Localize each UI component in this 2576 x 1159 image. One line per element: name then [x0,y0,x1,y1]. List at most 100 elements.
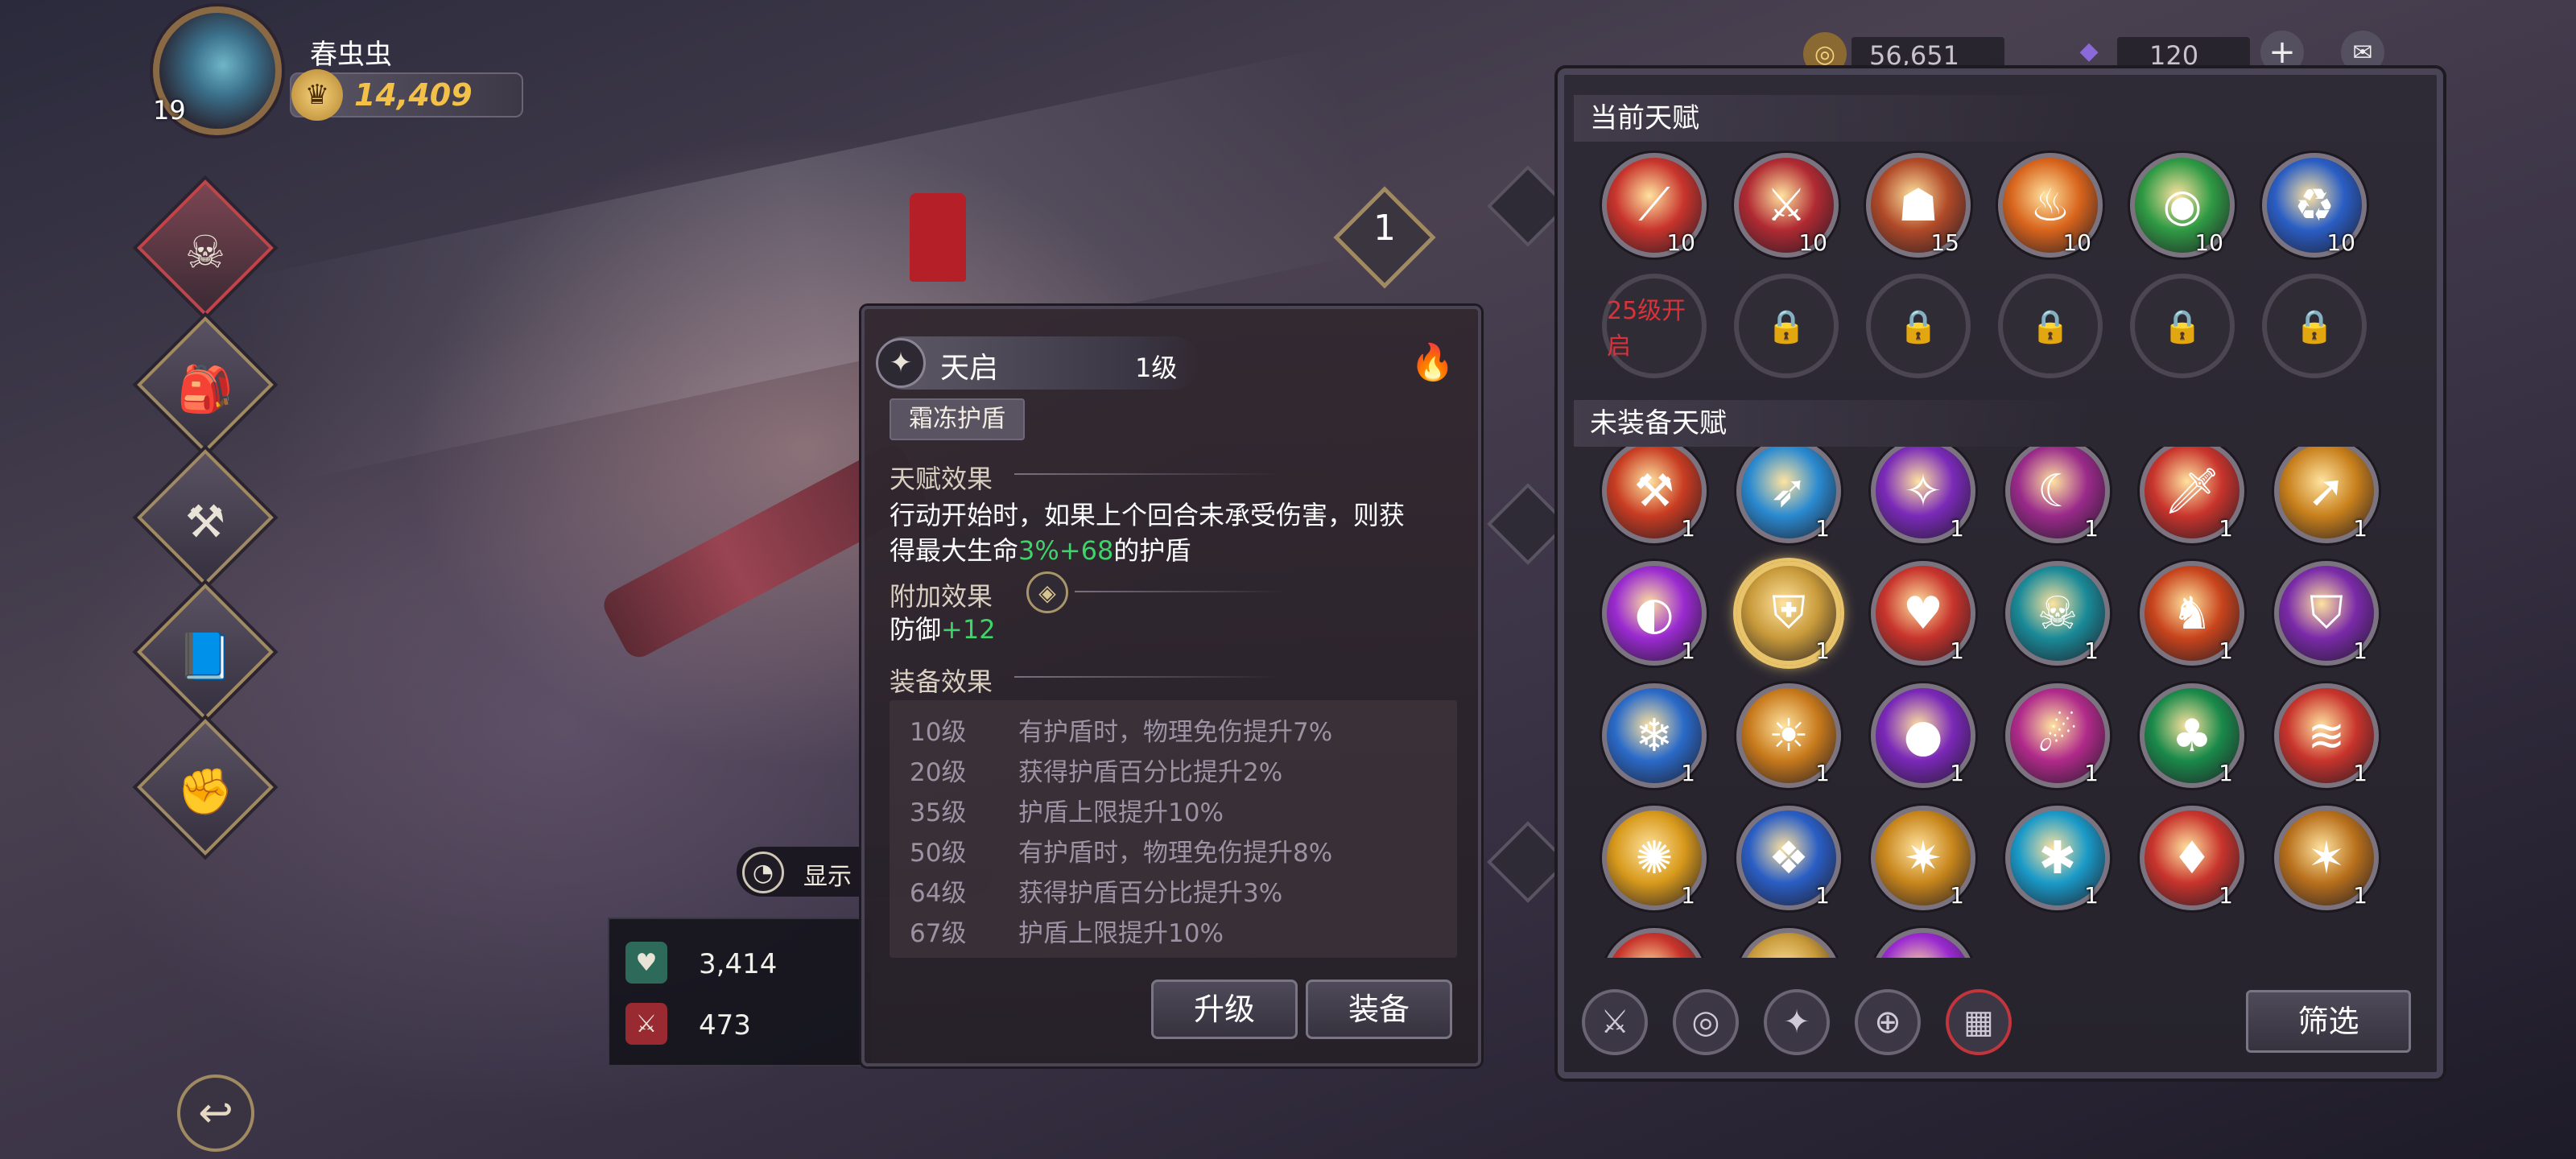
menu-hero[interactable]: ☠ [137,179,274,316]
talent-slot[interactable]: ❖ 1 [1736,806,1841,910]
talent-slot[interactable]: ♦ 1 [2140,806,2244,910]
talent-slot[interactable]: ♨ 10 [1998,153,2103,258]
talent-slot[interactable]: ● 1 [1871,683,1975,788]
sun-burst-icon: ✺ [1770,955,1808,959]
sword-filter-button[interactable]: ⚔ [1582,989,1648,1055]
talent-slot[interactable]: ☀ 1 [1736,683,1841,788]
ice-shard-icon: ✱ [2038,831,2077,885]
swirl-filter-button[interactable]: ◎ [1673,989,1739,1055]
filter-button[interactable]: 筛选 [2246,990,2411,1053]
side-tab-2[interactable] [1487,483,1569,565]
locked-slot[interactable]: 🔒 [1998,274,2103,378]
talent-slot[interactable]: ◐ 1 [1602,561,1707,666]
talent-count: 10 [1666,229,1695,256]
talent-slot[interactable]: ≋ 1 [2274,683,2379,788]
talent-slot[interactable]: 🗡 1 [2140,447,2244,543]
talent-count: 10 [2194,229,2223,256]
equip-button[interactable]: 装备 [1306,980,1452,1039]
talent-slot[interactable]: ⚒ 1 [1602,447,1707,543]
talent-slot[interactable]: ✶ 1 [2274,806,2379,910]
talent-slot[interactable]: ♥ 1 [1871,561,1975,666]
sun-burst-icon: ✺ [1635,831,1674,885]
forest-spirit-icon: ♣ [2171,709,2213,762]
talent-slot[interactable]: ✧ 1 [1871,447,1975,543]
talent-slot[interactable]: ☗ 15 [1866,153,1971,258]
talent-count: 10 [1798,229,1827,256]
talent-slot[interactable]: ⛉ 1 [2274,561,2379,666]
mail-icon[interactable]: ✉ [2341,31,2384,74]
talent-slot[interactable]: ❄ 1 [1602,683,1707,788]
talent-slot[interactable]: ♻ 10 [2262,153,2367,258]
locked-slot[interactable]: 🔒 [2130,274,2235,378]
talent-name: 天启 [940,352,999,385]
back-button[interactable]: ↩ [177,1074,254,1152]
talent-count: 1 [2219,882,2233,909]
swirl-filter-icon: ◎ [1691,1004,1720,1041]
locked-slot[interactable]: 🔒 [2262,274,2367,378]
talent-count: 1 [1681,882,1695,909]
sun-burst-icon: ✺ [1905,955,1942,959]
blue-cycle-icon: ♻ [2293,179,2335,232]
helmet-plume [910,193,966,282]
current-talent-slots: ⟋ 10 ⚔ 10 ☗ 15 ♨ 10 ◉ 10 ♻ 10 [1602,153,2407,274]
sun-burst-icon: ✺ [1636,955,1674,959]
locked-slot[interactable]: 🔒 [1866,274,1971,378]
talent-count: 1 [1815,637,1830,664]
talent-slot[interactable]: ⟋ 10 [1602,153,1707,258]
talent-count: 1 [2219,760,2233,786]
lock-icon: 🔒 [2030,307,2070,345]
talent-slot[interactable]: ➶ 1 [1736,447,1841,543]
talent-count: 1 [2353,637,2368,664]
talent-count: 1 [2084,882,2099,909]
locked-slot[interactable]: 🔒 [1734,274,1839,378]
hero-icon: ☠ [184,226,226,279]
talent-slot[interactable]: ✺ [1602,928,1707,958]
menu-upgrade[interactable]: ✊ [137,719,274,856]
target-filter-button[interactable]: ⊕ [1855,989,1921,1055]
menu-book[interactable]: 📘 [137,584,274,720]
talent-slot[interactable]: ✷ 1 [1871,806,1975,910]
talent-slot[interactable]: ◉ 10 [2130,153,2235,258]
talent-tag: 霜冻护盾 [890,398,1025,440]
unequipped-talent-grid[interactable]: ⚒ 1 ➶ 1 ✧ 1 ☾ 1 🗡 1 ➚ 1 ◐ 1 ⛨ 1 ♥ 1 ☠ 1 ♞ 1 ⛉ 1 ❄ 1 ☀ 1 ● 1 ☄ 1 ♣ 1 ≋ 1 ✺ 1 ❖ 1… [1582,447,2419,958]
talent-slot[interactable]: ✺ 1 [1602,806,1707,910]
lock-icon: 🔒 [2162,307,2202,345]
talent-count: 1 [2084,760,2099,786]
sword-warrior-icon: ⚔ [1765,179,1807,232]
side-tab-1[interactable] [1487,165,1569,247]
menu-weapon[interactable]: ⚒ [137,449,274,586]
talent-slot[interactable]: ⚔ 10 [1734,153,1839,258]
attack-value: 473 [699,1009,751,1041]
grid-filter-button[interactable]: ▦ [1946,989,2012,1055]
power-value: 14,409 [354,77,473,113]
talent-slot[interactable]: ☠ 1 [2005,561,2110,666]
sparkle-filter-button[interactable]: ✦ [1764,989,1830,1055]
upgrade-button[interactable]: 升级 [1151,980,1298,1039]
bonus-desc: 防御+12 [890,614,996,645]
locked-slot[interactable]: 25级开启 [1602,274,1707,378]
talent-effect-line2: 得最大生命3%+68的护盾 [890,535,1191,566]
green-vortex-icon: ◉ [2162,179,2202,232]
talent-slot[interactable]: ✺ [1871,928,1975,958]
add-gem-button[interactable]: + [2260,31,2304,74]
talent-slot[interactable]: ✺ [1736,928,1841,958]
talent-slot[interactable]: ⛨ 1 [1736,561,1841,666]
talent-slot[interactable]: ♣ 1 [2140,683,2244,788]
hp-value: 3,414 [699,948,778,980]
side-tab-3[interactable] [1487,821,1569,903]
hp-icon: ♥ [625,942,667,984]
golden-spear-icon: ➚ [2307,464,2346,518]
talent-slot[interactable]: ➚ 1 [2274,447,2379,543]
talent-slot[interactable]: ♞ 1 [2140,561,2244,666]
talent-effect-title: 天赋效果 [890,464,993,494]
talent-slot[interactable]: ☾ 1 [2005,447,2110,543]
talent-slot[interactable]: ✱ 1 [2005,806,2110,910]
red-flame-icon: ♦ [2171,831,2213,885]
equip-row: 20级 获得护盾百分比提升2% [910,758,1283,787]
talent-effect-line1: 行动开始时，如果上个回合未承受伤害，则获 [890,500,1406,530]
fire-sword-icon: 🗡 [2163,465,2221,518]
target-filter-icon: ⊕ [1874,1004,1901,1041]
bonus-value: +12 [941,614,996,645]
swirl-icon: ◔ [742,852,784,893]
talent-slot[interactable]: ☄ 1 [2005,683,2110,788]
